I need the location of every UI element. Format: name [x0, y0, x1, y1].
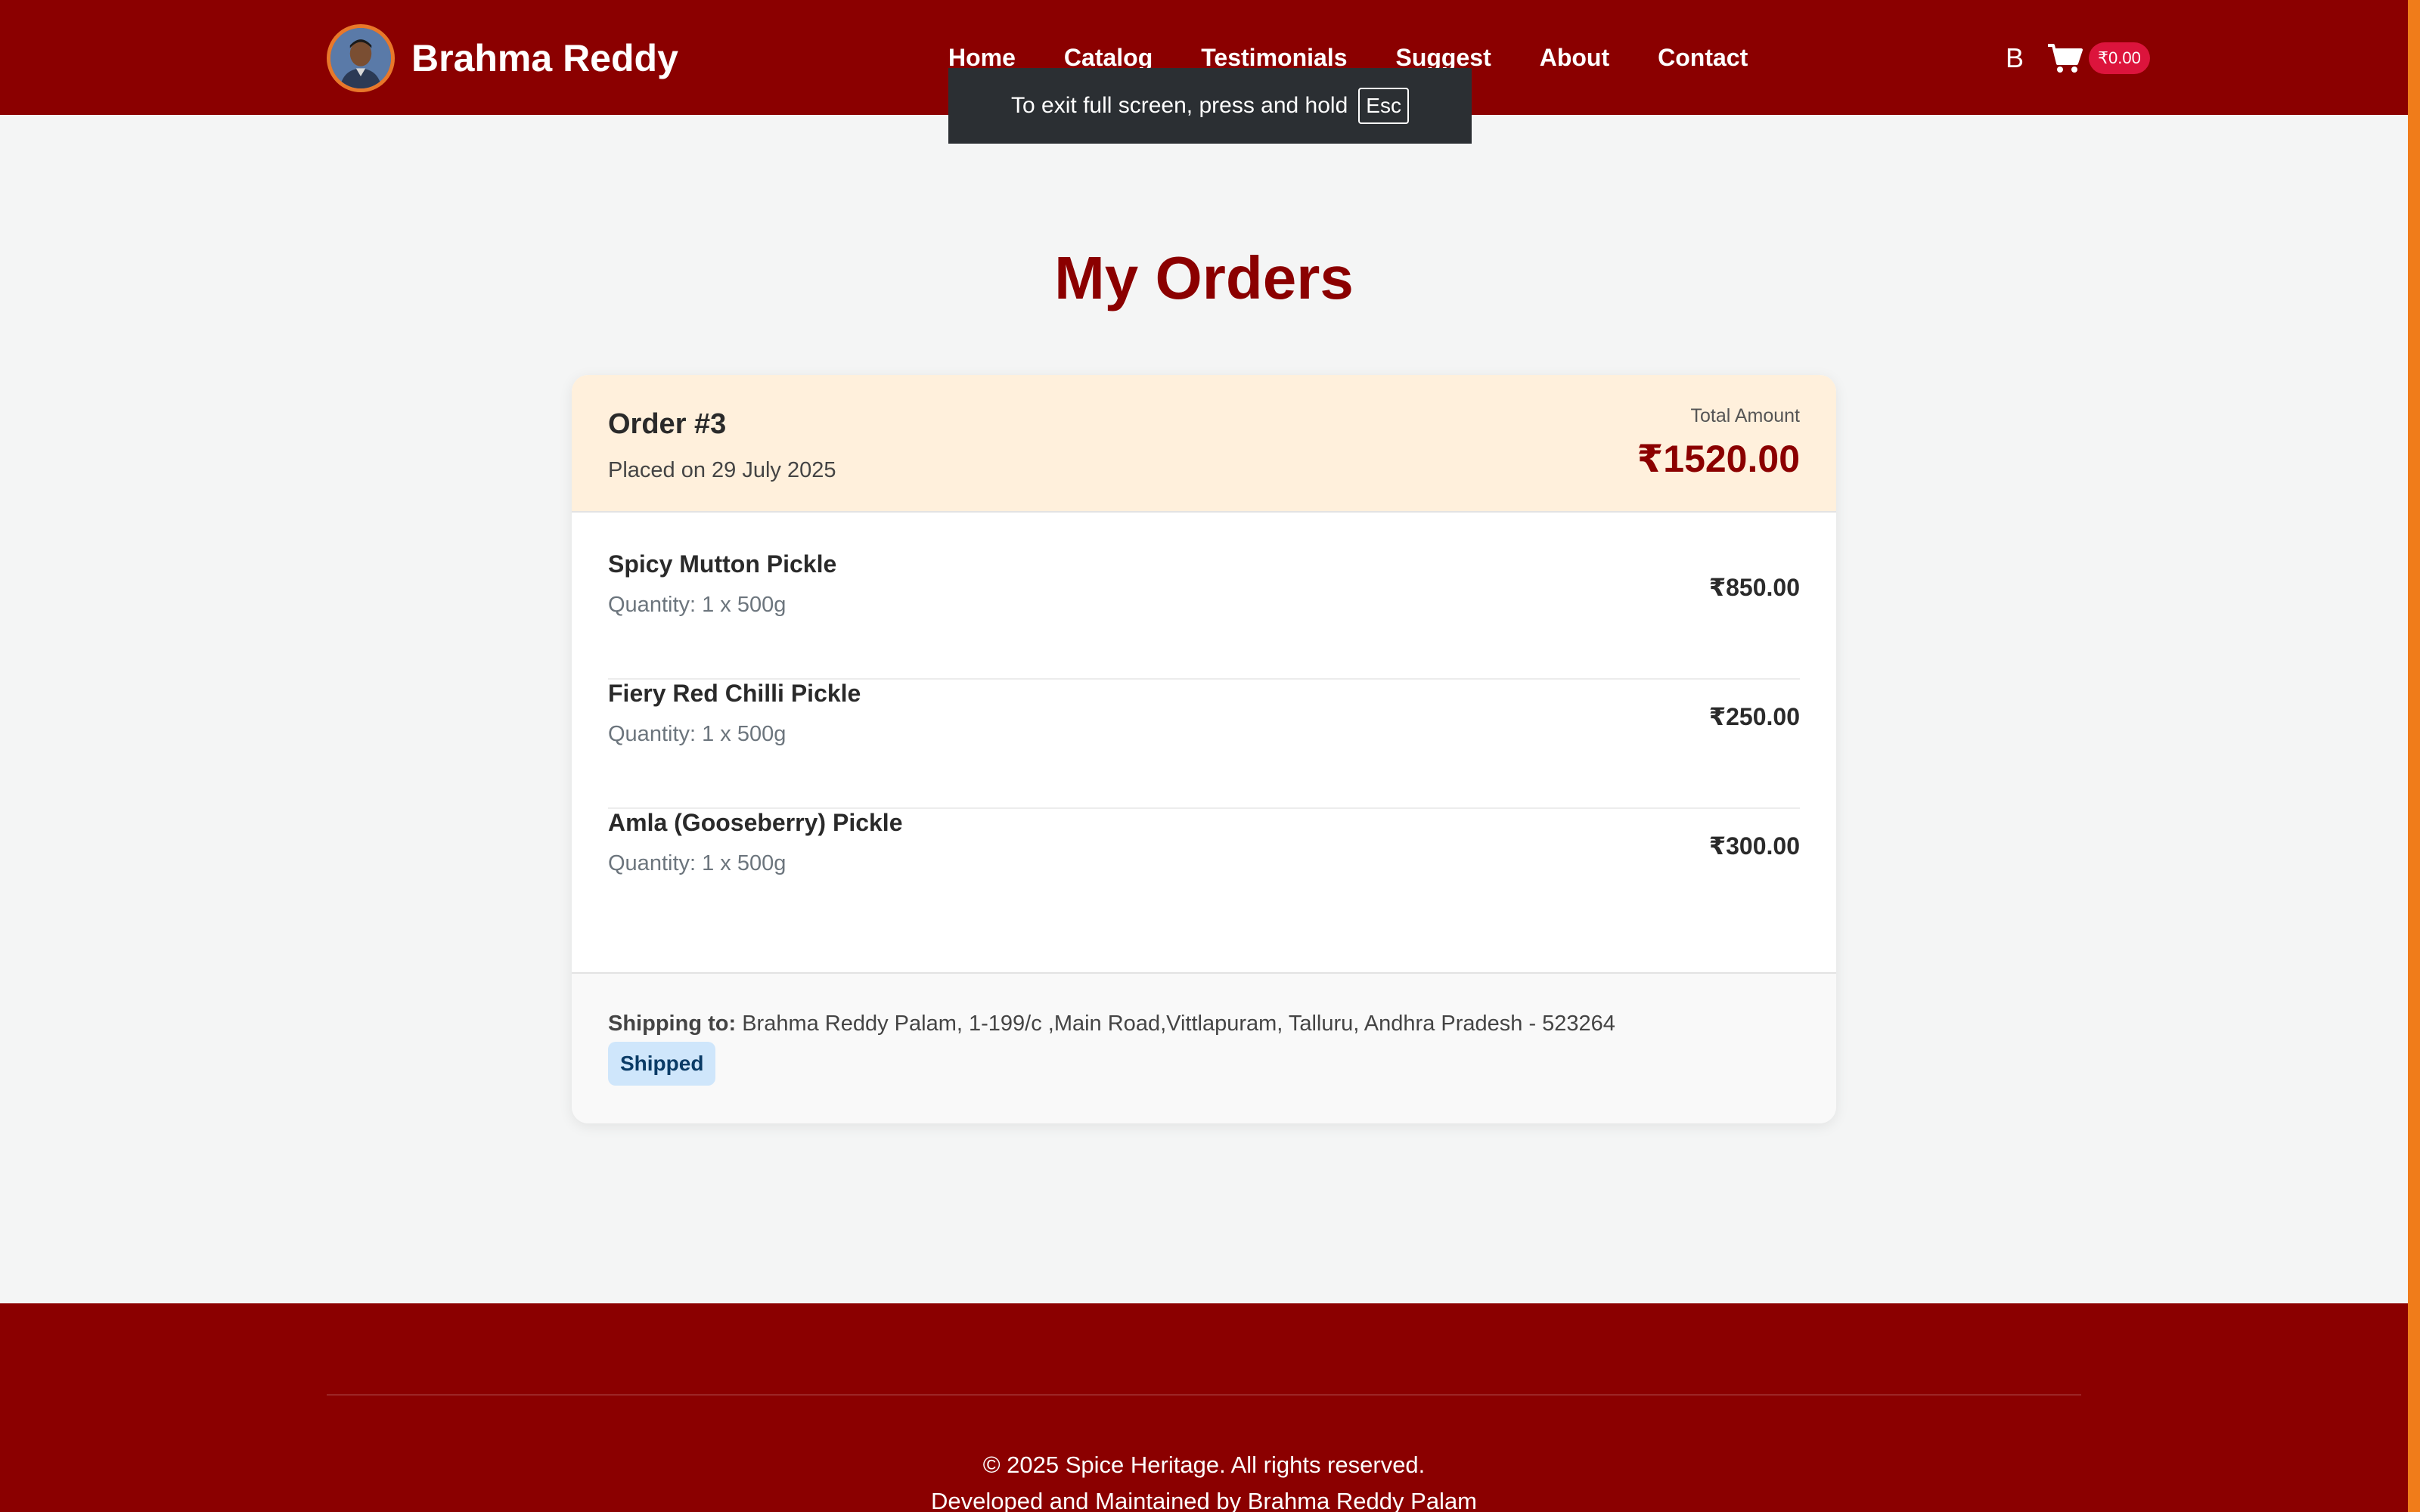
user-menu[interactable]: B	[2006, 42, 2024, 74]
total-amount-value: ₹1520.00	[1637, 438, 1800, 480]
status-badge: Shipped	[608, 1042, 716, 1086]
fullscreen-notice-text: To exit full screen, press and hold	[1011, 93, 1348, 118]
shipping-address: Brahma Reddy Palam, 1-199/c ,Main Road,V…	[742, 1012, 1615, 1036]
item-name: Spicy Mutton Pickle	[608, 550, 837, 578]
nav-contact[interactable]: Contact	[1658, 44, 1748, 72]
order-footer: Shipping to: Brahma Reddy Palam, 1-199/c…	[572, 972, 1836, 1123]
list-item: Spicy Mutton Pickle Quantity: 1 x 500g ₹…	[608, 550, 1800, 680]
avatar-image	[330, 28, 391, 88]
scrollbar[interactable]	[2408, 0, 2420, 1512]
avatar	[327, 24, 395, 92]
total-amount-label: Total Amount	[1690, 405, 1800, 426]
footer-developer: Developed and Maintained by Brahma Reddy…	[930, 1488, 1478, 1512]
item-name: Fiery Red Chilli Pickle	[608, 680, 861, 707]
footer-copyright: © 2025 Spice Heritage. All rights reserv…	[982, 1452, 1426, 1478]
order-items: Spicy Mutton Pickle Quantity: 1 x 500g ₹…	[608, 550, 1800, 938]
cart-total-badge[interactable]: ₹0.00	[2089, 42, 2150, 74]
list-item: Amla (Gooseberry) Pickle Quantity: 1 x 5…	[608, 809, 1800, 938]
item-price: ₹850.00	[1708, 574, 1800, 601]
item-price: ₹300.00	[1708, 832, 1800, 860]
list-item: Fiery Red Chilli Pickle Quantity: 1 x 50…	[608, 680, 1800, 809]
item-quantity: Quantity: 1 x 500g	[608, 722, 786, 746]
item-quantity: Quantity: 1 x 500g	[608, 851, 786, 875]
site-footer: © 2025 Spice Heritage. All rights reserv…	[0, 1303, 2408, 1512]
cart-icon[interactable]	[2046, 42, 2083, 74]
order-card: Order #3 Placed on 29 July 2025 Total Am…	[572, 375, 1836, 1123]
item-name: Amla (Gooseberry) Pickle	[608, 809, 903, 836]
order-number: Order #3	[608, 408, 727, 440]
nav-about[interactable]: About	[1540, 44, 1609, 72]
footer-divider	[327, 1394, 2081, 1396]
esc-key: Esc	[1358, 88, 1409, 124]
shipping-info: Shipping to: Brahma Reddy Palam, 1-199/c…	[608, 1012, 1615, 1036]
page-title: My Orders	[1054, 244, 1354, 311]
order-date: Placed on 29 July 2025	[608, 458, 836, 482]
item-price: ₹250.00	[1708, 703, 1800, 730]
shipping-label: Shipping to:	[608, 1012, 737, 1036]
brand[interactable]: Brahma Reddy	[327, 24, 678, 92]
item-quantity: Quantity: 1 x 500g	[608, 593, 786, 617]
brand-name: Brahma Reddy	[411, 37, 678, 79]
order-header: Order #3 Placed on 29 July 2025 Total Am…	[572, 375, 1836, 513]
fullscreen-notice: To exit full screen, press and hold Esc	[948, 68, 1472, 144]
